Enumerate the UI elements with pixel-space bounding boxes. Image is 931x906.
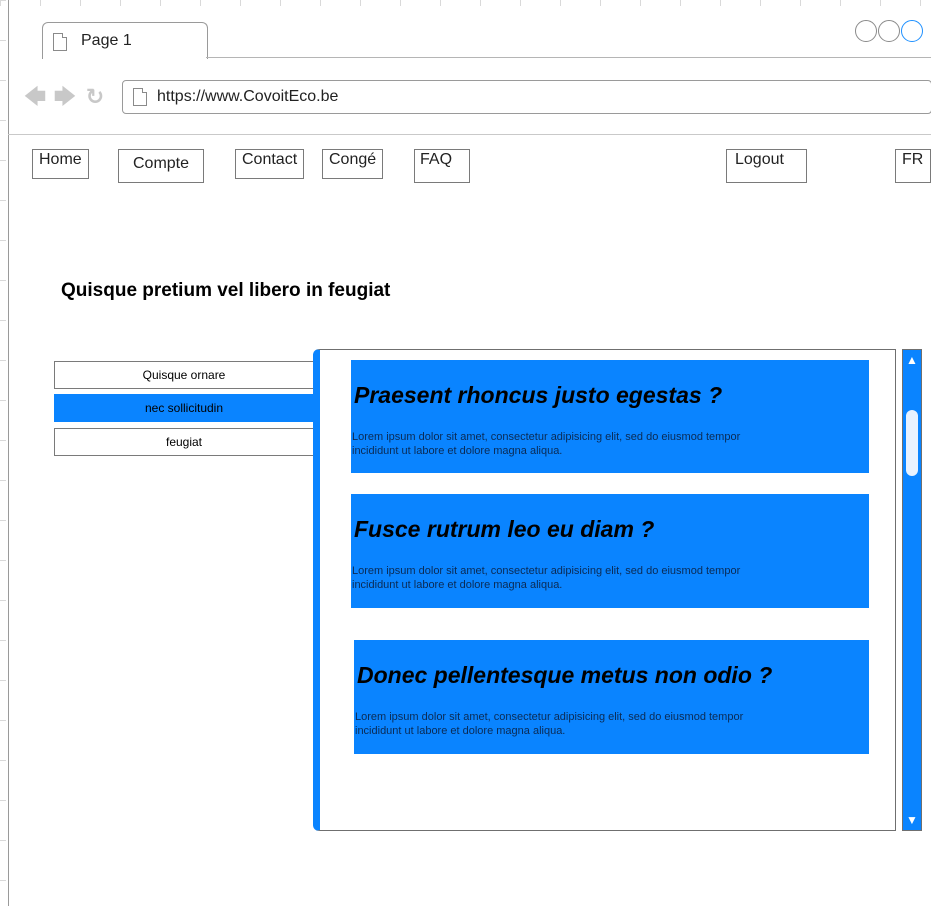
faq-question: Fusce rutrum leo eu diam ? [354, 516, 655, 542]
faq-card: Fusce rutrum leo eu diam ? Lorem ipsum d… [351, 494, 869, 608]
tab-strip-divider [206, 57, 931, 58]
nav-controls: 🡄 🡆 ↻ [22, 84, 132, 110]
menu-contact-button[interactable]: Contact [235, 149, 305, 179]
document-icon [133, 88, 147, 106]
vertical-scrollbar[interactable]: ▲ ▼ [902, 349, 922, 831]
faq-answer-line: Lorem ipsum dolor sit amet, consectetur … [352, 565, 741, 577]
address-bar[interactable]: https://www.CovoitEco.be [122, 80, 931, 114]
window-controls [855, 20, 924, 42]
faq-question: Donec pellentesque metus non odio ? [357, 662, 773, 688]
faq-card: Praesent rhoncus justo egestas ? Lorem i… [351, 360, 869, 473]
faq-panel: Praesent rhoncus justo egestas ? Lorem i… [313, 349, 896, 831]
faq-answer: Lorem ipsum dolor sit amet, consectetur … [352, 564, 842, 592]
logout-button[interactable]: Logout [726, 149, 807, 183]
window-frame-edge [8, 0, 9, 906]
faq-answer-line: incididunt ut labore et dolore magna ali… [355, 725, 566, 737]
faq-card: Donec pellentesque metus non odio ? Lore… [354, 640, 869, 754]
scroll-up-icon[interactable]: ▲ [903, 350, 921, 370]
menu-faq-button[interactable]: FAQ [414, 149, 470, 183]
faq-answer: Lorem ipsum dolor sit amet, consectetur … [355, 710, 845, 738]
sidebar-item-nec-sollicitudin[interactable]: nec sollicitudin [54, 394, 314, 422]
scroll-down-icon[interactable]: ▼ [903, 810, 921, 830]
tab-label: Page 1 [81, 32, 132, 49]
sidebar-item-quisque-ornare[interactable]: Quisque ornare [54, 361, 314, 389]
chrome-divider [8, 134, 931, 135]
menu-home-button[interactable]: Home [32, 149, 89, 179]
menu-compte-button[interactable]: Compte [118, 149, 205, 183]
reload-icon[interactable]: ↻ [82, 84, 108, 110]
url-text: https://www.CovoitEco.be [157, 88, 339, 105]
ruler-top [0, 0, 931, 6]
window-control-circle[interactable] [878, 20, 900, 42]
faq-answer-line: incididunt ut labore et dolore magna ali… [352, 445, 563, 457]
window-control-circle[interactable] [901, 20, 923, 42]
menu-conge-button[interactable]: Congé [322, 149, 384, 179]
faq-question: Praesent rhoncus justo egestas ? [354, 382, 723, 408]
sidebar-item-feugiat[interactable]: feugiat [54, 428, 314, 456]
window-control-circle[interactable] [855, 20, 877, 42]
faq-answer: Lorem ipsum dolor sit amet, consectetur … [352, 430, 842, 458]
language-button[interactable]: FR [895, 149, 931, 183]
browser-tab[interactable]: Page 1 [42, 22, 208, 59]
arrow-left-icon[interactable]: 🡄 [22, 84, 48, 110]
faq-answer-line: Lorem ipsum dolor sit amet, consectetur … [352, 431, 741, 443]
page-title: Quisque pretium vel libero in feugiat [61, 280, 391, 301]
faq-answer-line: Lorem ipsum dolor sit amet, consectetur … [355, 711, 744, 723]
document-icon [53, 33, 67, 51]
arrow-right-icon[interactable]: 🡆 [52, 84, 78, 110]
ruler-left [0, 0, 6, 906]
faq-answer-line: incididunt ut labore et dolore magna ali… [352, 579, 563, 591]
scrollbar-thumb[interactable] [906, 410, 918, 476]
